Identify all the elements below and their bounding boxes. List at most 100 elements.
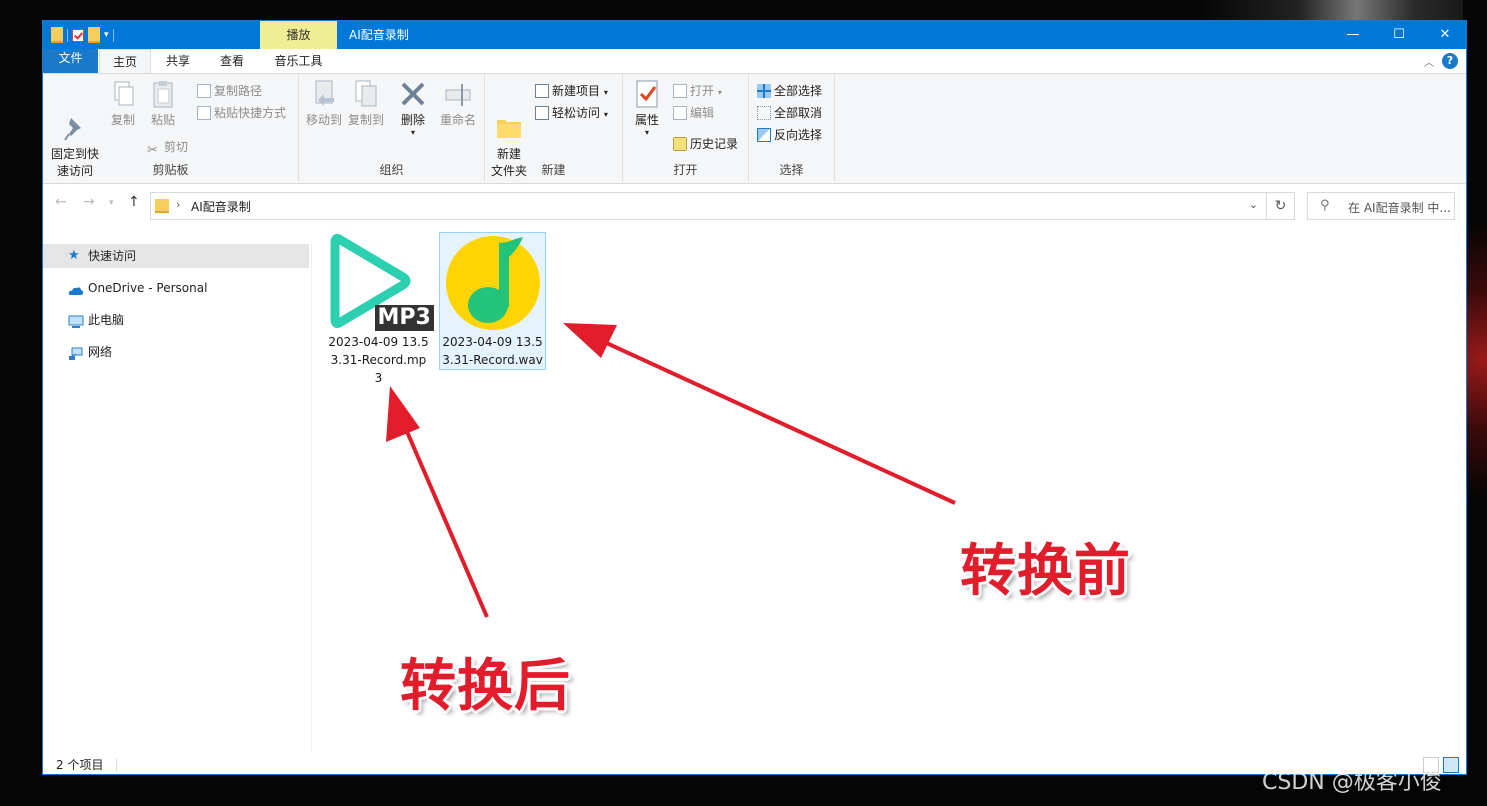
mp3-play-icon: MP3 <box>329 233 434 333</box>
delete-label: 删除 <box>400 113 425 127</box>
annotation-before: 转换前 <box>960 539 1131 604</box>
breadcrumb-current[interactable]: AI配音录制 <box>191 198 251 215</box>
cloud-icon <box>68 281 84 295</box>
open-icon <box>673 84 687 98</box>
select-none-button[interactable]: 全部取消 <box>757 103 822 123</box>
invert-selection-label: 反向选择 <box>774 128 823 142</box>
nav-item-label: 网络 <box>88 345 113 359</box>
rename-button[interactable]: 重命名 <box>435 78 481 129</box>
clipboard-icon <box>147 78 179 110</box>
paste-button[interactable]: 粘贴 <box>145 78 181 129</box>
group-organize: 移动到 复制到 删除 ▾ 重命名 组织 <box>299 74 485 182</box>
search-icon: ⚲ <box>1320 198 1330 213</box>
nav-item-label: OneDrive - Personal <box>88 281 208 295</box>
copy-button[interactable]: 复制 <box>105 78 141 129</box>
navigation-pane: ★ 快速访问 OneDrive - Personal 此电脑 网络 <box>43 242 309 752</box>
tab-view[interactable]: 查看 <box>207 49 257 73</box>
scissors-icon: ✂ <box>147 143 158 158</box>
cut-label: 剪切 <box>164 140 189 154</box>
delete-button[interactable]: 删除 ▾ <box>395 78 431 137</box>
new-item-button[interactable]: 新建项目 ▾ <box>535 81 608 101</box>
rename-label: 重命名 <box>439 113 476 127</box>
move-to-button[interactable]: 移动到 <box>305 78 343 129</box>
copy-to-button[interactable]: 复制到 <box>347 78 385 129</box>
recent-locations-icon[interactable]: ▾ <box>109 198 114 208</box>
edit-button[interactable]: 编辑 <box>673 103 714 123</box>
group-label-open: 打开 <box>673 163 698 177</box>
copy-to-icon <box>350 78 382 110</box>
paste-shortcut-button[interactable]: 粘贴快捷方式 <box>197 103 286 123</box>
tab-file[interactable]: 文件 <box>43 49 98 73</box>
history-button[interactable]: 历史记录 <box>673 134 738 154</box>
large-icons-view-icon[interactable] <box>1443 757 1459 773</box>
nav-item-network[interactable]: 网络 <box>43 340 309 364</box>
delete-dropdown-icon[interactable]: ▾ <box>395 129 431 137</box>
select-all-button[interactable]: 全部选择 <box>757 81 822 101</box>
search-box[interactable]: ⚲ 在 AI配音录制 中... <box>1307 192 1455 220</box>
minimize-button[interactable]: — <box>1330 21 1376 49</box>
cut-button[interactable]: ✂ 剪切 <box>147 137 189 158</box>
qq-music-icon <box>443 233 543 333</box>
open-button[interactable]: 打开 ▾ <box>673 81 722 101</box>
invert-selection-button[interactable]: 反向选择 <box>757 125 822 145</box>
properties-dropdown-icon[interactable]: ▾ <box>629 129 665 137</box>
explorer-window: ▾ 播放 AI配音录制 — ☐ ✕ 文件 主页 共享 查看 音乐工具 ︿ ? 固… <box>42 20 1467 775</box>
address-bar[interactable]: › AI配音录制 ⌄ <box>150 192 1267 220</box>
title-bar[interactable]: ▾ 播放 AI配音录制 — ☐ ✕ <box>43 21 1466 49</box>
nav-item-label: 快速访问 <box>88 249 137 263</box>
new-item-icon <box>535 84 549 98</box>
properties-icon[interactable] <box>72 28 84 42</box>
nav-item-onedrive[interactable]: OneDrive - Personal <box>43 276 309 300</box>
ribbon: 固定到快 速访问 复制 粘贴 复制路径 粘贴快捷方式 ✂ 剪切 剪贴板 移动到 … <box>43 73 1466 184</box>
status-separator <box>116 758 117 772</box>
pane-splitter[interactable] <box>311 242 312 752</box>
open-label: 打开 <box>690 84 715 98</box>
group-new: 新建 文件夹 新建项目 ▾ 轻松访问 ▾ 新建 <box>485 74 623 182</box>
invert-selection-icon <box>757 128 771 142</box>
address-dropdown-icon[interactable]: ⌄ <box>1249 198 1258 211</box>
ribbon-controls: ︿ ? <box>1424 53 1458 69</box>
file-item-wav[interactable]: 2023-04-09 13.53.31-Record.wav <box>439 232 546 370</box>
status-bar: 2 个项目 <box>43 754 1466 774</box>
customize-toolbar-icon[interactable]: ▾ <box>104 30 109 40</box>
nav-item-this-pc[interactable]: 此电脑 <box>43 308 309 332</box>
collapse-ribbon-icon[interactable]: ︿ <box>1424 54 1434 69</box>
nav-item-quick-access[interactable]: ★ 快速访问 <box>43 244 309 268</box>
pin-icon <box>59 95 91 141</box>
mp3-badge: MP3 <box>374 305 434 331</box>
rename-icon <box>442 78 474 110</box>
paste-shortcut-icon <box>197 106 211 120</box>
up-arrow-icon[interactable]: ↑ <box>128 194 140 210</box>
select-all-icon <box>757 84 771 98</box>
navigation-bar: ← → ▾ ↑ › AI配音录制 ⌄ ↻ ⚲ 在 AI配音录制 中... <box>43 184 1466 224</box>
history-icon <box>673 137 687 151</box>
folder-icon[interactable] <box>51 27 63 43</box>
copy-path-button[interactable]: 复制路径 <box>197 81 262 101</box>
copy-path-icon <box>197 84 211 98</box>
forward-arrow-icon[interactable]: → <box>83 194 95 210</box>
select-all-label: 全部选择 <box>774 84 823 98</box>
properties-button[interactable]: 属性 ▾ <box>629 78 665 137</box>
easy-access-button[interactable]: 轻松访问 ▾ <box>535 103 608 123</box>
breadcrumb-chevron-icon[interactable]: › <box>176 198 180 211</box>
copy-path-label: 复制路径 <box>214 84 263 98</box>
tab-home[interactable]: 主页 <box>99 49 151 74</box>
new-folder-icon <box>493 95 525 138</box>
new-folder-icon[interactable] <box>88 27 100 43</box>
file-name: 2023-04-09 13.53.31-Record.mp3 <box>328 335 429 385</box>
maximize-button[interactable]: ☐ <box>1376 21 1422 49</box>
back-arrow-icon[interactable]: ← <box>55 194 67 210</box>
refresh-button[interactable]: ↻ <box>1267 192 1295 220</box>
context-tab-play[interactable]: 播放 <box>260 21 337 49</box>
tab-music-tools[interactable]: 音乐工具 <box>260 49 337 73</box>
close-button[interactable]: ✕ <box>1422 21 1466 49</box>
tab-share[interactable]: 共享 <box>153 49 203 73</box>
help-icon[interactable]: ? <box>1442 53 1458 69</box>
edit-icon <box>673 106 687 120</box>
easy-access-icon <box>535 106 549 120</box>
toolbar-separator <box>67 28 68 42</box>
folder-icon <box>155 199 169 213</box>
network-icon <box>68 345 83 360</box>
edit-label: 编辑 <box>690 106 715 120</box>
file-item-mp3[interactable]: MP3 2023-04-09 13.53.31-Record.mp3 <box>326 233 434 387</box>
